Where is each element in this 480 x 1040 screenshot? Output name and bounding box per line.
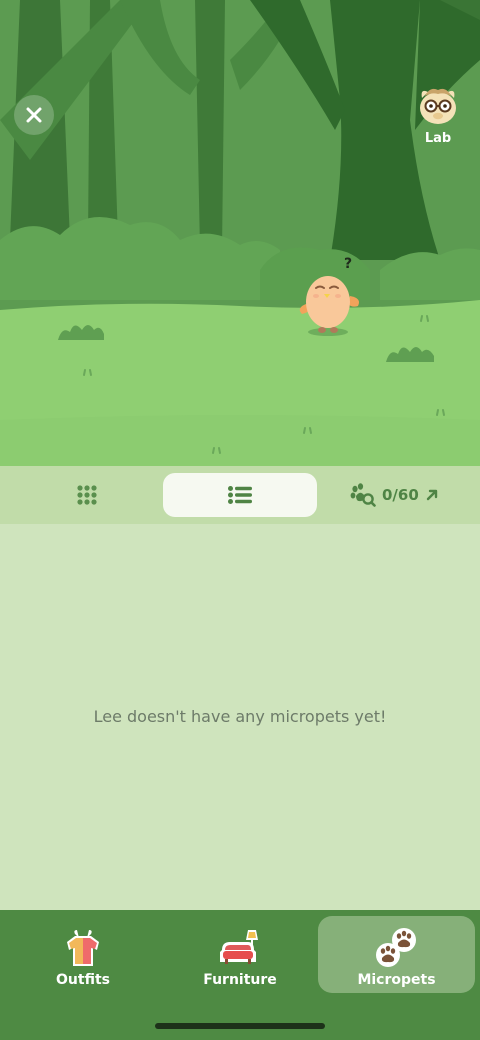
forest-background [0, 0, 480, 466]
list-view-button[interactable] [163, 473, 317, 517]
bottom-navigation: Outfits Furniture Micropets [0, 910, 480, 1040]
character-status-glyph: ? [344, 256, 353, 272]
view-toolbar: 0/60 [0, 466, 480, 524]
chick-character-illustration [299, 276, 359, 336]
arrow-up-right-icon [426, 489, 437, 501]
close-icon [26, 107, 42, 123]
chick-character[interactable]: ? [298, 256, 362, 338]
lab-label: Lab [424, 131, 452, 146]
forest-scene: Lab ? [0, 0, 480, 466]
micropet-collection-counter[interactable]: 0/60 [350, 482, 439, 508]
grid-icon [77, 485, 97, 505]
close-button[interactable] [14, 95, 54, 135]
list-icon [228, 486, 252, 504]
collection-count-text: 0/60 [382, 486, 419, 504]
alpaca-glasses-icon [420, 88, 456, 124]
lab-button[interactable]: Lab [414, 84, 462, 146]
paw-search-icon [350, 483, 376, 507]
tab-furniture-label: Furniture [203, 972, 277, 988]
tab-micropets[interactable]: Micropets [318, 916, 475, 993]
micropets-list-area: Lee doesn't have any micropets yet! [0, 524, 480, 910]
paws-icon [375, 928, 416, 967]
tab-outfits[interactable]: Outfits [6, 916, 160, 993]
tab-furniture[interactable]: Furniture [163, 916, 317, 993]
shirt-icon [67, 930, 99, 966]
sofa-lamp-icon [220, 930, 258, 964]
home-indicator[interactable] [155, 1023, 325, 1029]
empty-state-message: Lee doesn't have any micropets yet! [93, 707, 387, 726]
tab-micropets-label: Micropets [357, 972, 436, 988]
grid-view-button[interactable] [66, 474, 108, 516]
tab-outfits-label: Outfits [56, 972, 110, 988]
